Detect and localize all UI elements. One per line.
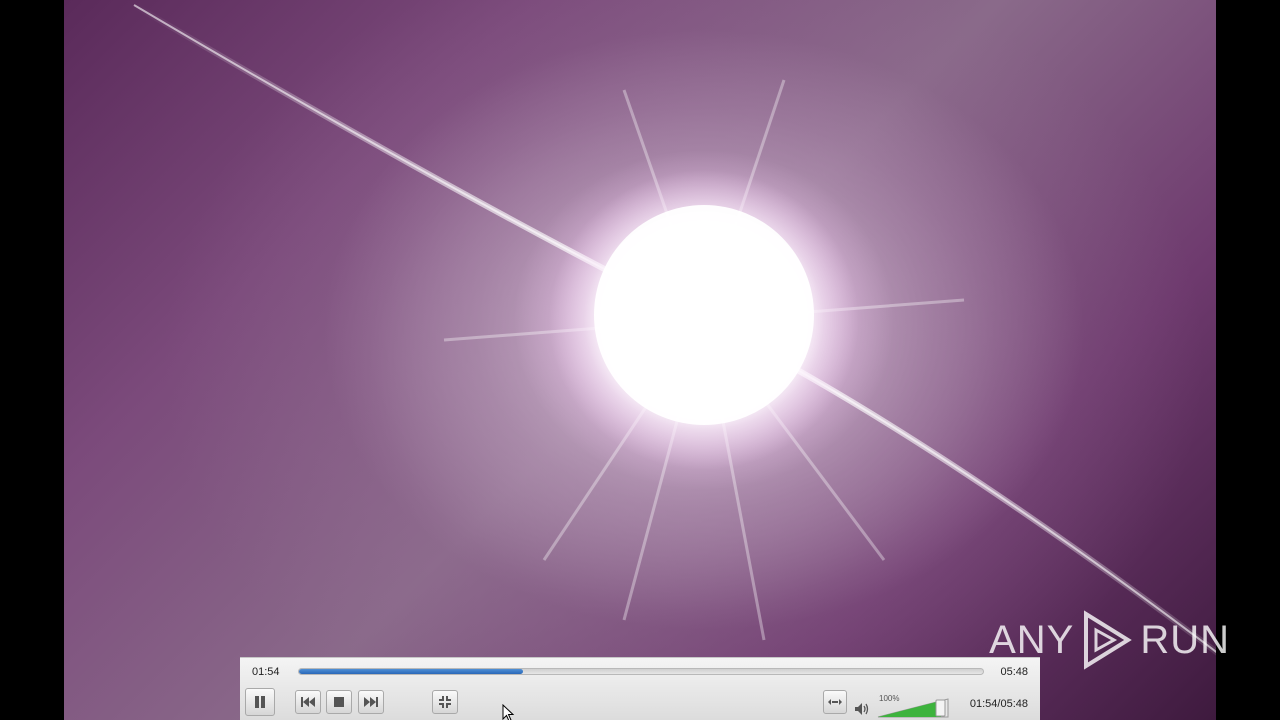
watermark-any: ANY (989, 617, 1075, 662)
previous-button[interactable] (295, 690, 321, 714)
speaker-icon[interactable] (854, 702, 870, 719)
extended-settings-icon (828, 699, 842, 705)
fullscreen-controller: 01:54 05:48 100% 01:54/05:48 (240, 657, 1040, 720)
skip-next-icon (364, 697, 378, 707)
pause-button[interactable] (245, 688, 275, 716)
exit-fullscreen-icon (439, 696, 451, 708)
stop-button[interactable] (326, 690, 352, 714)
exit-fullscreen-button[interactable] (432, 690, 458, 714)
skip-previous-icon (301, 697, 315, 707)
seek-slider[interactable] (298, 668, 984, 675)
mouse-cursor-icon (502, 704, 515, 720)
pause-icon (255, 696, 265, 708)
stop-icon (334, 697, 344, 707)
play-triangle-icon (1080, 610, 1134, 670)
extended-settings-button[interactable] (823, 690, 847, 714)
volume-slider[interactable] (876, 696, 950, 718)
elapsed-time: 01:54 (252, 666, 280, 678)
watermark-run: RUN (1140, 617, 1230, 662)
time-display: 01:54/05:48 (969, 698, 1028, 710)
seek-progress (299, 669, 524, 674)
total-time: 05:48 (1000, 666, 1028, 678)
next-button[interactable] (358, 690, 384, 714)
screen: ANY RUN 01:54 05:48 100% 01:54/05:48 (0, 0, 1280, 720)
